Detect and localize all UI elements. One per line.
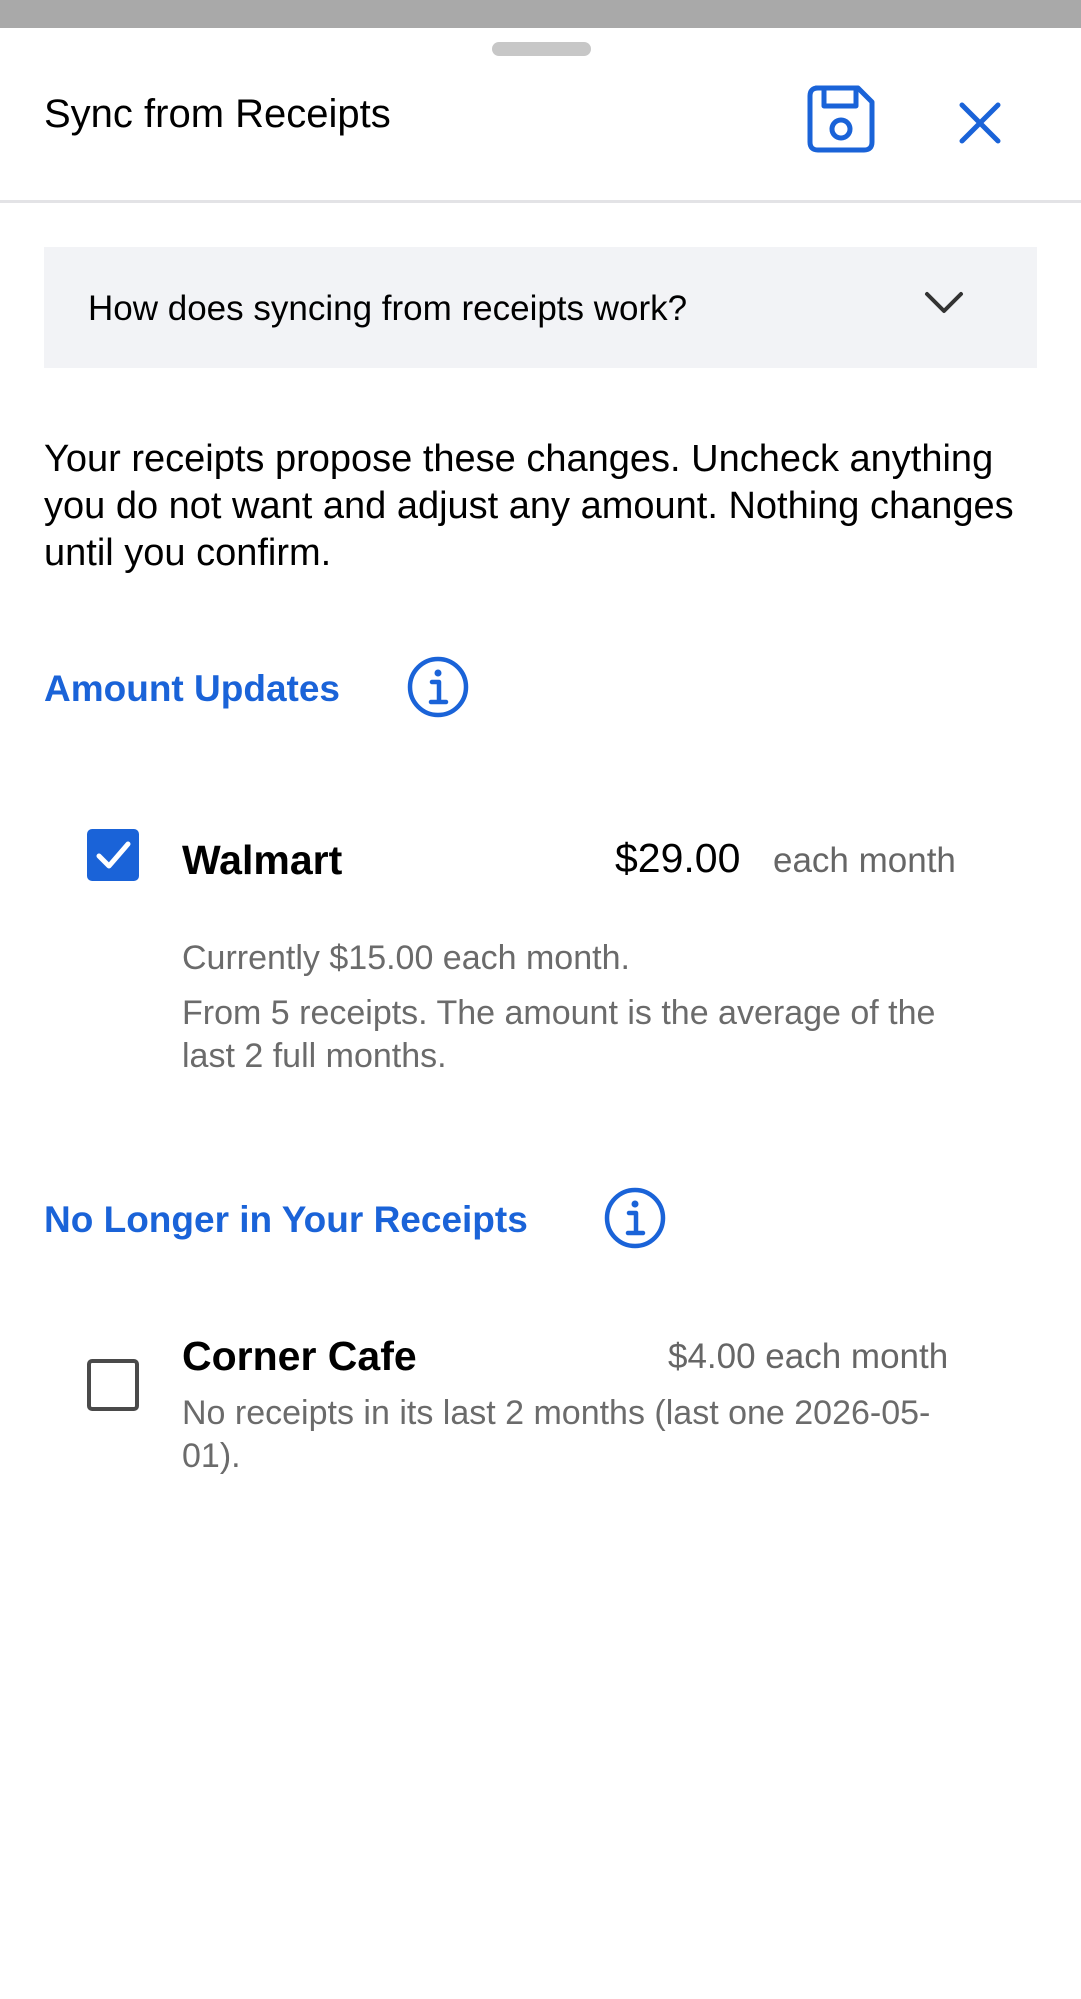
item-name: Corner Cafe xyxy=(182,1333,417,1379)
item-detail: No receipts in its last 2 months (last o… xyxy=(182,1394,931,1475)
chevron-down-icon xyxy=(925,292,963,313)
item-name: Walmart xyxy=(182,837,343,883)
checkmark-icon xyxy=(96,841,131,869)
item-amount[interactable]: $29.00 xyxy=(615,838,740,879)
info-icon[interactable] xyxy=(406,655,470,719)
bottom-sheet: Sync from Receipts How does syncing from… xyxy=(0,28,1081,1999)
close-x-icon xyxy=(959,102,1001,144)
item-current-amount: Currently $15.00 each month. xyxy=(182,939,630,977)
checkbox-walmart[interactable] xyxy=(87,829,139,881)
info-icon[interactable] xyxy=(603,1186,667,1250)
header-divider xyxy=(0,200,1081,203)
faq-accordion[interactable]: How does syncing from receipts work? xyxy=(44,247,1037,368)
sheet-drag-handle[interactable] xyxy=(492,42,591,56)
item-frequency: each month xyxy=(773,841,956,880)
intro-text: Your receipts propose these changes. Unc… xyxy=(44,438,1014,574)
section-heading-no-longer: No Longer in Your Receipts xyxy=(44,1199,528,1240)
close-button[interactable] xyxy=(945,88,1015,158)
status-bar-strip xyxy=(0,0,1081,28)
section-heading-amount-updates: Amount Updates xyxy=(44,668,340,709)
faq-question: How does syncing from receipts work? xyxy=(88,289,688,328)
floppy-disk-icon xyxy=(807,85,875,153)
save-button[interactable] xyxy=(800,78,882,160)
sheet-title: Sync from Receipts xyxy=(44,92,391,136)
item-detail: From 5 receipts. The amount is the avera… xyxy=(182,994,936,1075)
item-amount: $4.00 each month xyxy=(668,1337,949,1376)
checkbox-corner-cafe[interactable] xyxy=(87,1359,139,1411)
